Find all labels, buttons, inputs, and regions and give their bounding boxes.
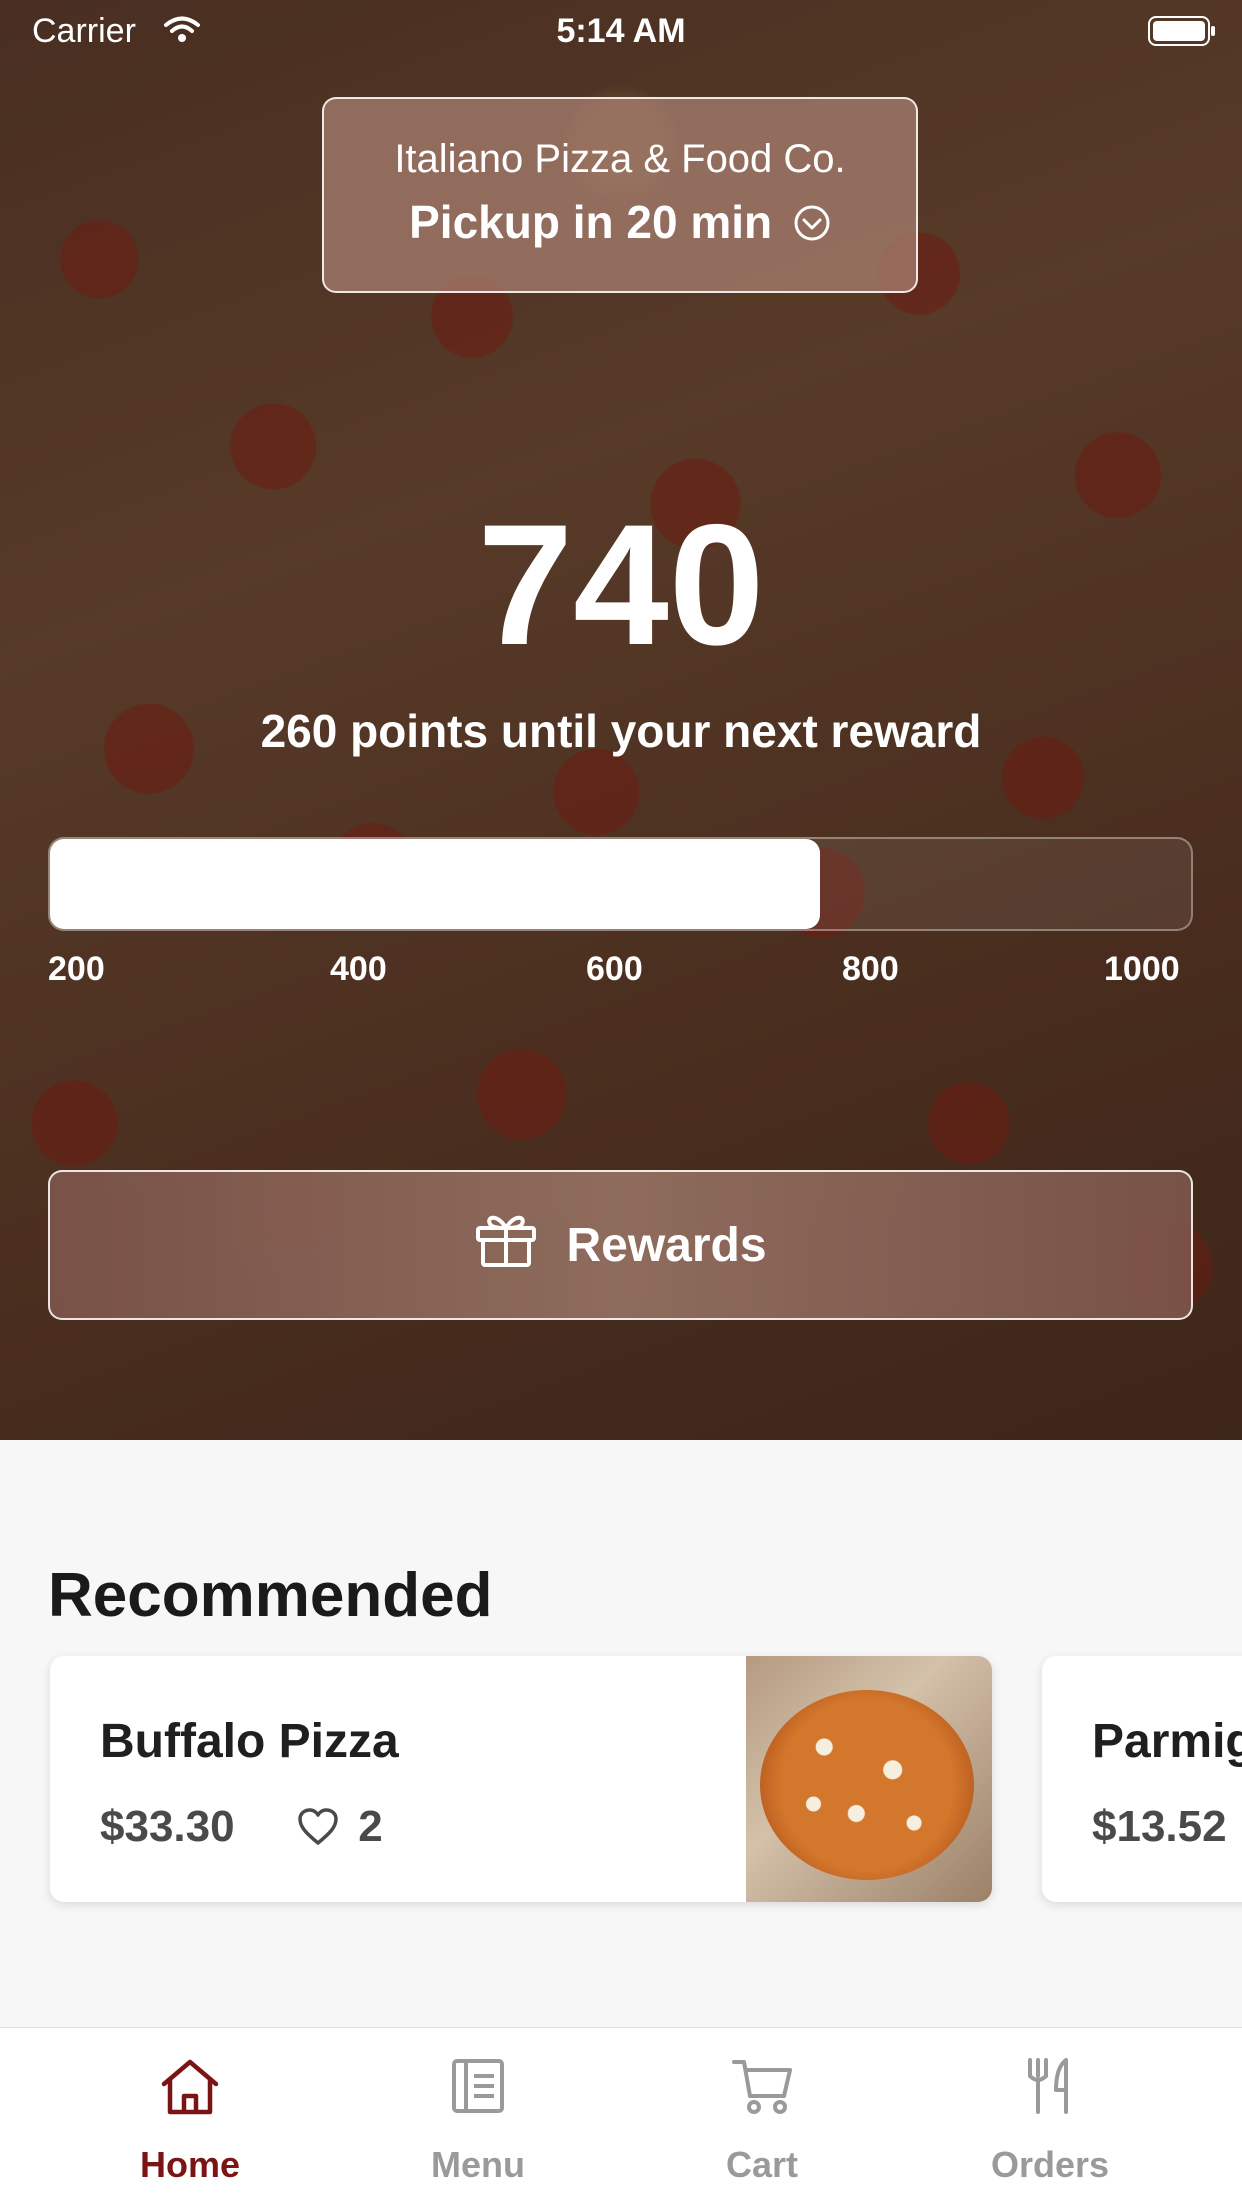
recommended-item-card[interactable]: Parmig $13.52 <box>1042 1656 1242 1902</box>
rewards-button-label: Rewards <box>566 1218 767 1272</box>
tab-cart[interactable]: Cart <box>612 2028 912 2209</box>
clock: 5:14 AM <box>556 12 686 50</box>
rewards-progress-fill <box>50 839 821 929</box>
tab-menu[interactable]: Menu <box>328 2028 628 2209</box>
chevron-down-circle-icon <box>785 196 831 248</box>
item-name: Buffalo Pizza <box>100 1715 399 1768</box>
progress-tick-label: 600 <box>586 950 643 988</box>
home-icon <box>40 2056 340 2125</box>
pickup-label: Pickup in 20 min <box>409 196 773 248</box>
points-balance: 740 <box>477 489 765 681</box>
fork-knife-icon <box>900 2056 1200 2125</box>
pickup-time: Pickup in 20 min <box>324 195 916 249</box>
tab-orders-label: Orders <box>990 2144 1110 2185</box>
tab-cart-label: Cart <box>725 2144 799 2185</box>
tab-bar: Home Menu Cart Orders <box>0 2027 1242 2209</box>
item-likes: 2 <box>296 1802 383 1852</box>
tab-home-label: Home <box>139 2144 241 2185</box>
heart-icon <box>296 1802 358 1851</box>
progress-tick-label: 800 <box>842 950 899 988</box>
store-name: Italiano Pizza & Food Co. <box>394 137 846 181</box>
pizza-graphic <box>760 1690 974 1880</box>
item-price: $33.30 <box>100 1802 235 1851</box>
item-price: $13.52 <box>1092 1802 1227 1851</box>
likes-count: 2 <box>358 1802 383 1851</box>
recommended-item-card[interactable]: Buffalo Pizza $33.30 2 <box>50 1656 992 1902</box>
store-selector-button[interactable]: Italiano Pizza & Food Co. Pickup in 20 m… <box>322 97 918 293</box>
tab-home[interactable]: Home <box>40 2028 340 2209</box>
progress-tick-label: 200 <box>48 950 105 988</box>
item-name: Parmig <box>1092 1715 1242 1768</box>
gift-icon <box>474 1210 566 1280</box>
tab-menu-label: Menu <box>431 2144 525 2185</box>
tab-orders[interactable]: Orders <box>900 2028 1200 2209</box>
rewards-button[interactable]: Rewards <box>48 1170 1193 1320</box>
menu-icon <box>328 2056 628 2125</box>
battery-icon <box>1148 16 1218 57</box>
status-bar: Carrier 5:14 AM <box>0 0 1242 62</box>
progress-tick-label: 1000 <box>1104 950 1180 988</box>
buffalo-pizza-image <box>746 1656 992 1902</box>
progress-tick-label: 400 <box>330 950 387 988</box>
rewards-progress-bar <box>48 837 1193 931</box>
cart-icon <box>612 2056 912 2125</box>
points-until-reward: 260 points until your next reward <box>260 705 982 757</box>
recommended-heading: Recommended <box>48 1561 493 1630</box>
